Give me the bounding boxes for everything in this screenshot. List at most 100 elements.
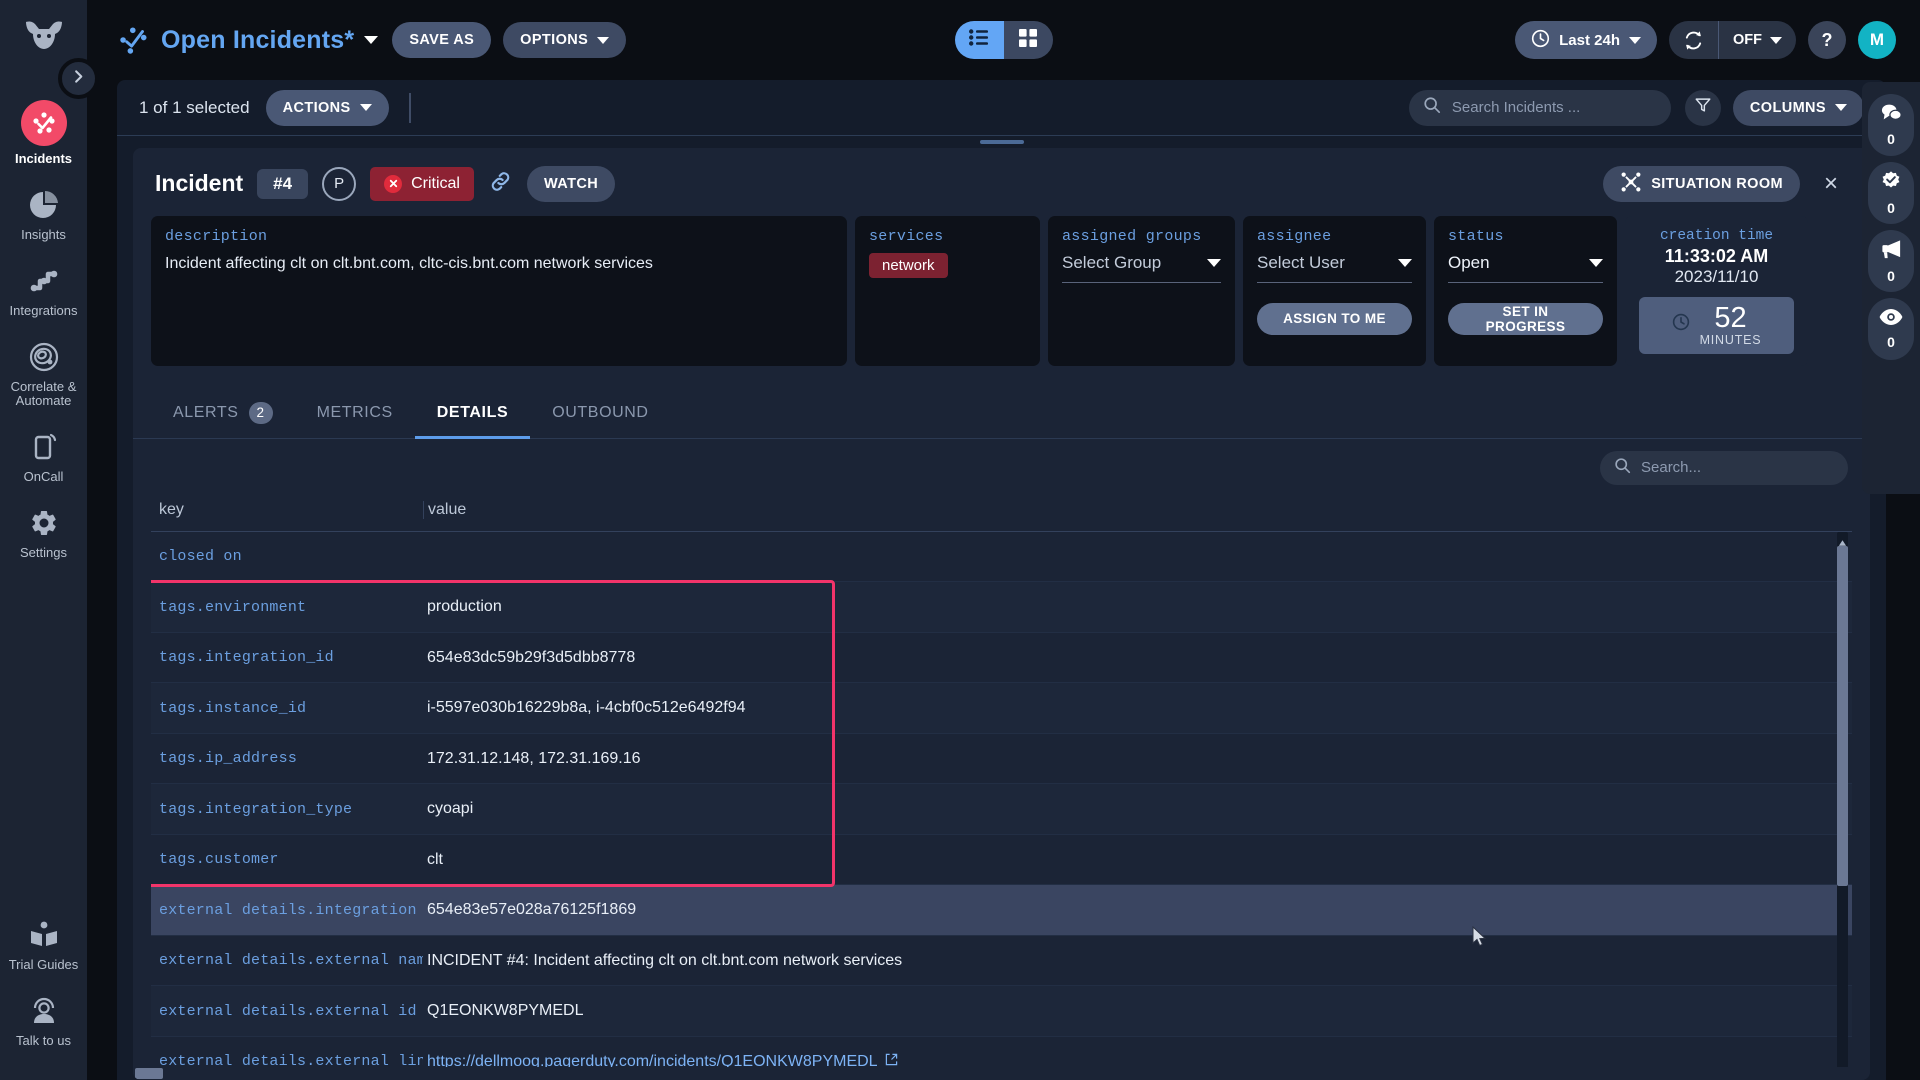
list-view-button[interactable]	[954, 21, 1004, 59]
table-row[interactable]: closed on	[151, 532, 1852, 583]
top-header: Open Incidents* SAVE AS OPTIONS Last 24h…	[87, 0, 1920, 80]
clock-icon	[1531, 29, 1550, 52]
sidebar-item-oncall[interactable]: OnCall	[0, 418, 87, 494]
situation-room-button[interactable]: SITUATION ROOM	[1603, 165, 1800, 202]
assignee-select[interactable]: Select User	[1257, 253, 1412, 283]
assign-to-me-button[interactable]: ASSIGN TO ME	[1257, 302, 1412, 335]
refresh-state-label: OFF	[1733, 32, 1762, 48]
details-search-box[interactable]	[1600, 450, 1848, 485]
column-header-value: value	[423, 500, 1852, 519]
watch-button[interactable]: WATCH	[526, 165, 616, 202]
bull-logo-icon	[20, 14, 68, 62]
tab-label: DETAILS	[436, 403, 509, 421]
tab-metrics[interactable]: METRICS	[295, 392, 415, 439]
time-range-button[interactable]: Last 24h	[1515, 21, 1657, 59]
tab-details[interactable]: DETAILS	[414, 392, 531, 439]
verified-button[interactable]: 0	[1868, 162, 1914, 224]
tab-outbound[interactable]: OUTBOUND	[530, 392, 670, 439]
scroll-up-arrow[interactable]	[1838, 534, 1847, 546]
field-assigned-groups: assigned groups Select Group	[1048, 215, 1235, 366]
selection-toolbar: 1 of 1 selected ACTIONS Search Incidents…	[117, 80, 1886, 136]
panel-resize-handle[interactable]	[117, 136, 1886, 148]
table-row[interactable]: tags.integration_type cyoapi	[151, 784, 1852, 835]
support-agent-icon	[27, 994, 61, 1028]
table-row[interactable]: tags.instance_id i-5597e030b16229b8a, i-4…	[151, 683, 1852, 734]
critical-icon	[384, 174, 403, 193]
table-row[interactable]: tags.customer clt	[151, 835, 1852, 886]
field-creation-time: creation time 11:33:02 AM 2023/11/10 52 …	[1625, 215, 1808, 366]
hscrollbar-thumb[interactable]	[135, 1068, 163, 1079]
table-row[interactable]: tags.integration_id 654e83dc59b29f3d5dbb8…	[151, 633, 1852, 684]
set-in-progress-button[interactable]: SET IN PROGRESS	[1448, 302, 1603, 335]
chevron-right-icon	[71, 69, 86, 89]
status-value: Open	[1448, 252, 1490, 272]
help-button[interactable]: ?	[1808, 21, 1846, 59]
table-row[interactable]: external details.integration i 654e83e57e…	[151, 885, 1852, 936]
severity-badge: Critical	[370, 166, 474, 201]
sidebar-expand-button[interactable]	[58, 58, 99, 99]
incident-panel: Incident #4 P Critical WATCH SITUATION R…	[133, 147, 1870, 1080]
time-range-label: Last 24h	[1559, 31, 1620, 49]
title-dropdown-caret[interactable]	[364, 31, 379, 49]
search-incidents-box[interactable]	[1408, 89, 1671, 126]
refresh-control[interactable]: OFF	[1669, 21, 1796, 59]
options-button[interactable]: OPTIONS	[503, 22, 627, 58]
details-search-input[interactable]	[1641, 459, 1834, 477]
copy-link-button[interactable]	[488, 169, 513, 199]
sidebar-item-correlate-automate[interactable]: Correlate & Automate	[0, 328, 87, 418]
watchers-button[interactable]: 0	[1868, 298, 1914, 360]
chevron-down-icon	[1398, 258, 1412, 267]
table-vertical-scrollbar[interactable]	[1837, 531, 1848, 1080]
table-horizontal-scrollbar[interactable]	[133, 1067, 1870, 1080]
search-incidents-input[interactable]	[1451, 99, 1657, 116]
sidebar-item-talk-to-us[interactable]: Talk to us	[0, 982, 87, 1058]
sidebar-item-incidents[interactable]: Incidents	[0, 88, 87, 176]
elapsed-number: 52	[1714, 301, 1747, 334]
tab-alerts[interactable]: ALERTS 2	[151, 392, 295, 439]
tab-label: ALERTS	[173, 403, 239, 421]
grid-view-button[interactable]	[1003, 21, 1053, 59]
refresh-off-dropdown[interactable]: OFF	[1719, 32, 1796, 48]
chevron-down-icon	[1589, 258, 1603, 267]
actions-button[interactable]: ACTIONS	[265, 89, 389, 126]
verified-count: 0	[1887, 200, 1895, 216]
table-cell-key: tags.integration_id	[159, 649, 334, 667]
assigned-groups-select[interactable]: Select Group	[1062, 253, 1221, 283]
creation-date-value: 2023/11/10	[1674, 266, 1759, 286]
book-icon	[27, 918, 61, 952]
view-toggle[interactable]	[954, 21, 1053, 59]
table-cell-value: production	[427, 598, 502, 616]
close-icon[interactable]: ×	[1814, 171, 1848, 196]
tab-label: OUTBOUND	[552, 403, 649, 421]
field-label: creation time	[1659, 227, 1774, 244]
page-title: Open Incidents*	[161, 25, 355, 54]
incident-number-badge: #4	[257, 168, 309, 199]
table-row[interactable]: external details.external name INCIDENT #…	[151, 936, 1852, 987]
sidebar-item-insights[interactable]: Insights	[0, 176, 87, 252]
table-row[interactable]: tags.environment production	[151, 582, 1852, 633]
verified-icon	[1880, 170, 1902, 197]
table-body: closed on tags.environment production tags.…	[151, 531, 1852, 1080]
table-cell-key: closed on	[159, 548, 242, 566]
table-cell-value: i-5597e030b16229b8a, i-4cbf0c512e6492f94	[427, 699, 746, 717]
table-row[interactable]: tags.ip_address 172.31.12.148, 172.31.169…	[151, 734, 1852, 785]
incident-fields: description Incident affecting clt on cl…	[133, 215, 1870, 372]
announcement-button[interactable]: 0	[1868, 230, 1914, 292]
table-row[interactable]: external details.external id Q1EONKW8PYME…	[151, 986, 1852, 1037]
incident-tabs: ALERTS 2 METRICS DETAILS OUTBOUND	[133, 380, 1870, 439]
filter-icon	[1694, 96, 1712, 119]
sidebar-item-settings[interactable]: Settings	[0, 494, 87, 570]
scrollbar-thumb[interactable]	[1837, 545, 1848, 886]
avatar[interactable]: M	[1858, 21, 1896, 59]
columns-button[interactable]: COLUMNS	[1732, 89, 1864, 126]
comments-button[interactable]: 0	[1868, 94, 1914, 156]
sidebar-item-label: Trial Guides	[8, 957, 79, 972]
sidebar-item-trial-guides[interactable]: Trial Guides	[0, 906, 87, 982]
refresh-icon[interactable]	[1669, 30, 1718, 51]
status-select[interactable]: Open	[1448, 253, 1603, 283]
chevron-down-icon	[1207, 258, 1221, 267]
table-cell-key: tags.customer	[159, 851, 279, 869]
sidebar-item-integrations[interactable]: Integrations	[0, 252, 87, 328]
filter-button[interactable]	[1684, 89, 1721, 126]
save-as-button[interactable]: SAVE AS	[392, 22, 492, 58]
